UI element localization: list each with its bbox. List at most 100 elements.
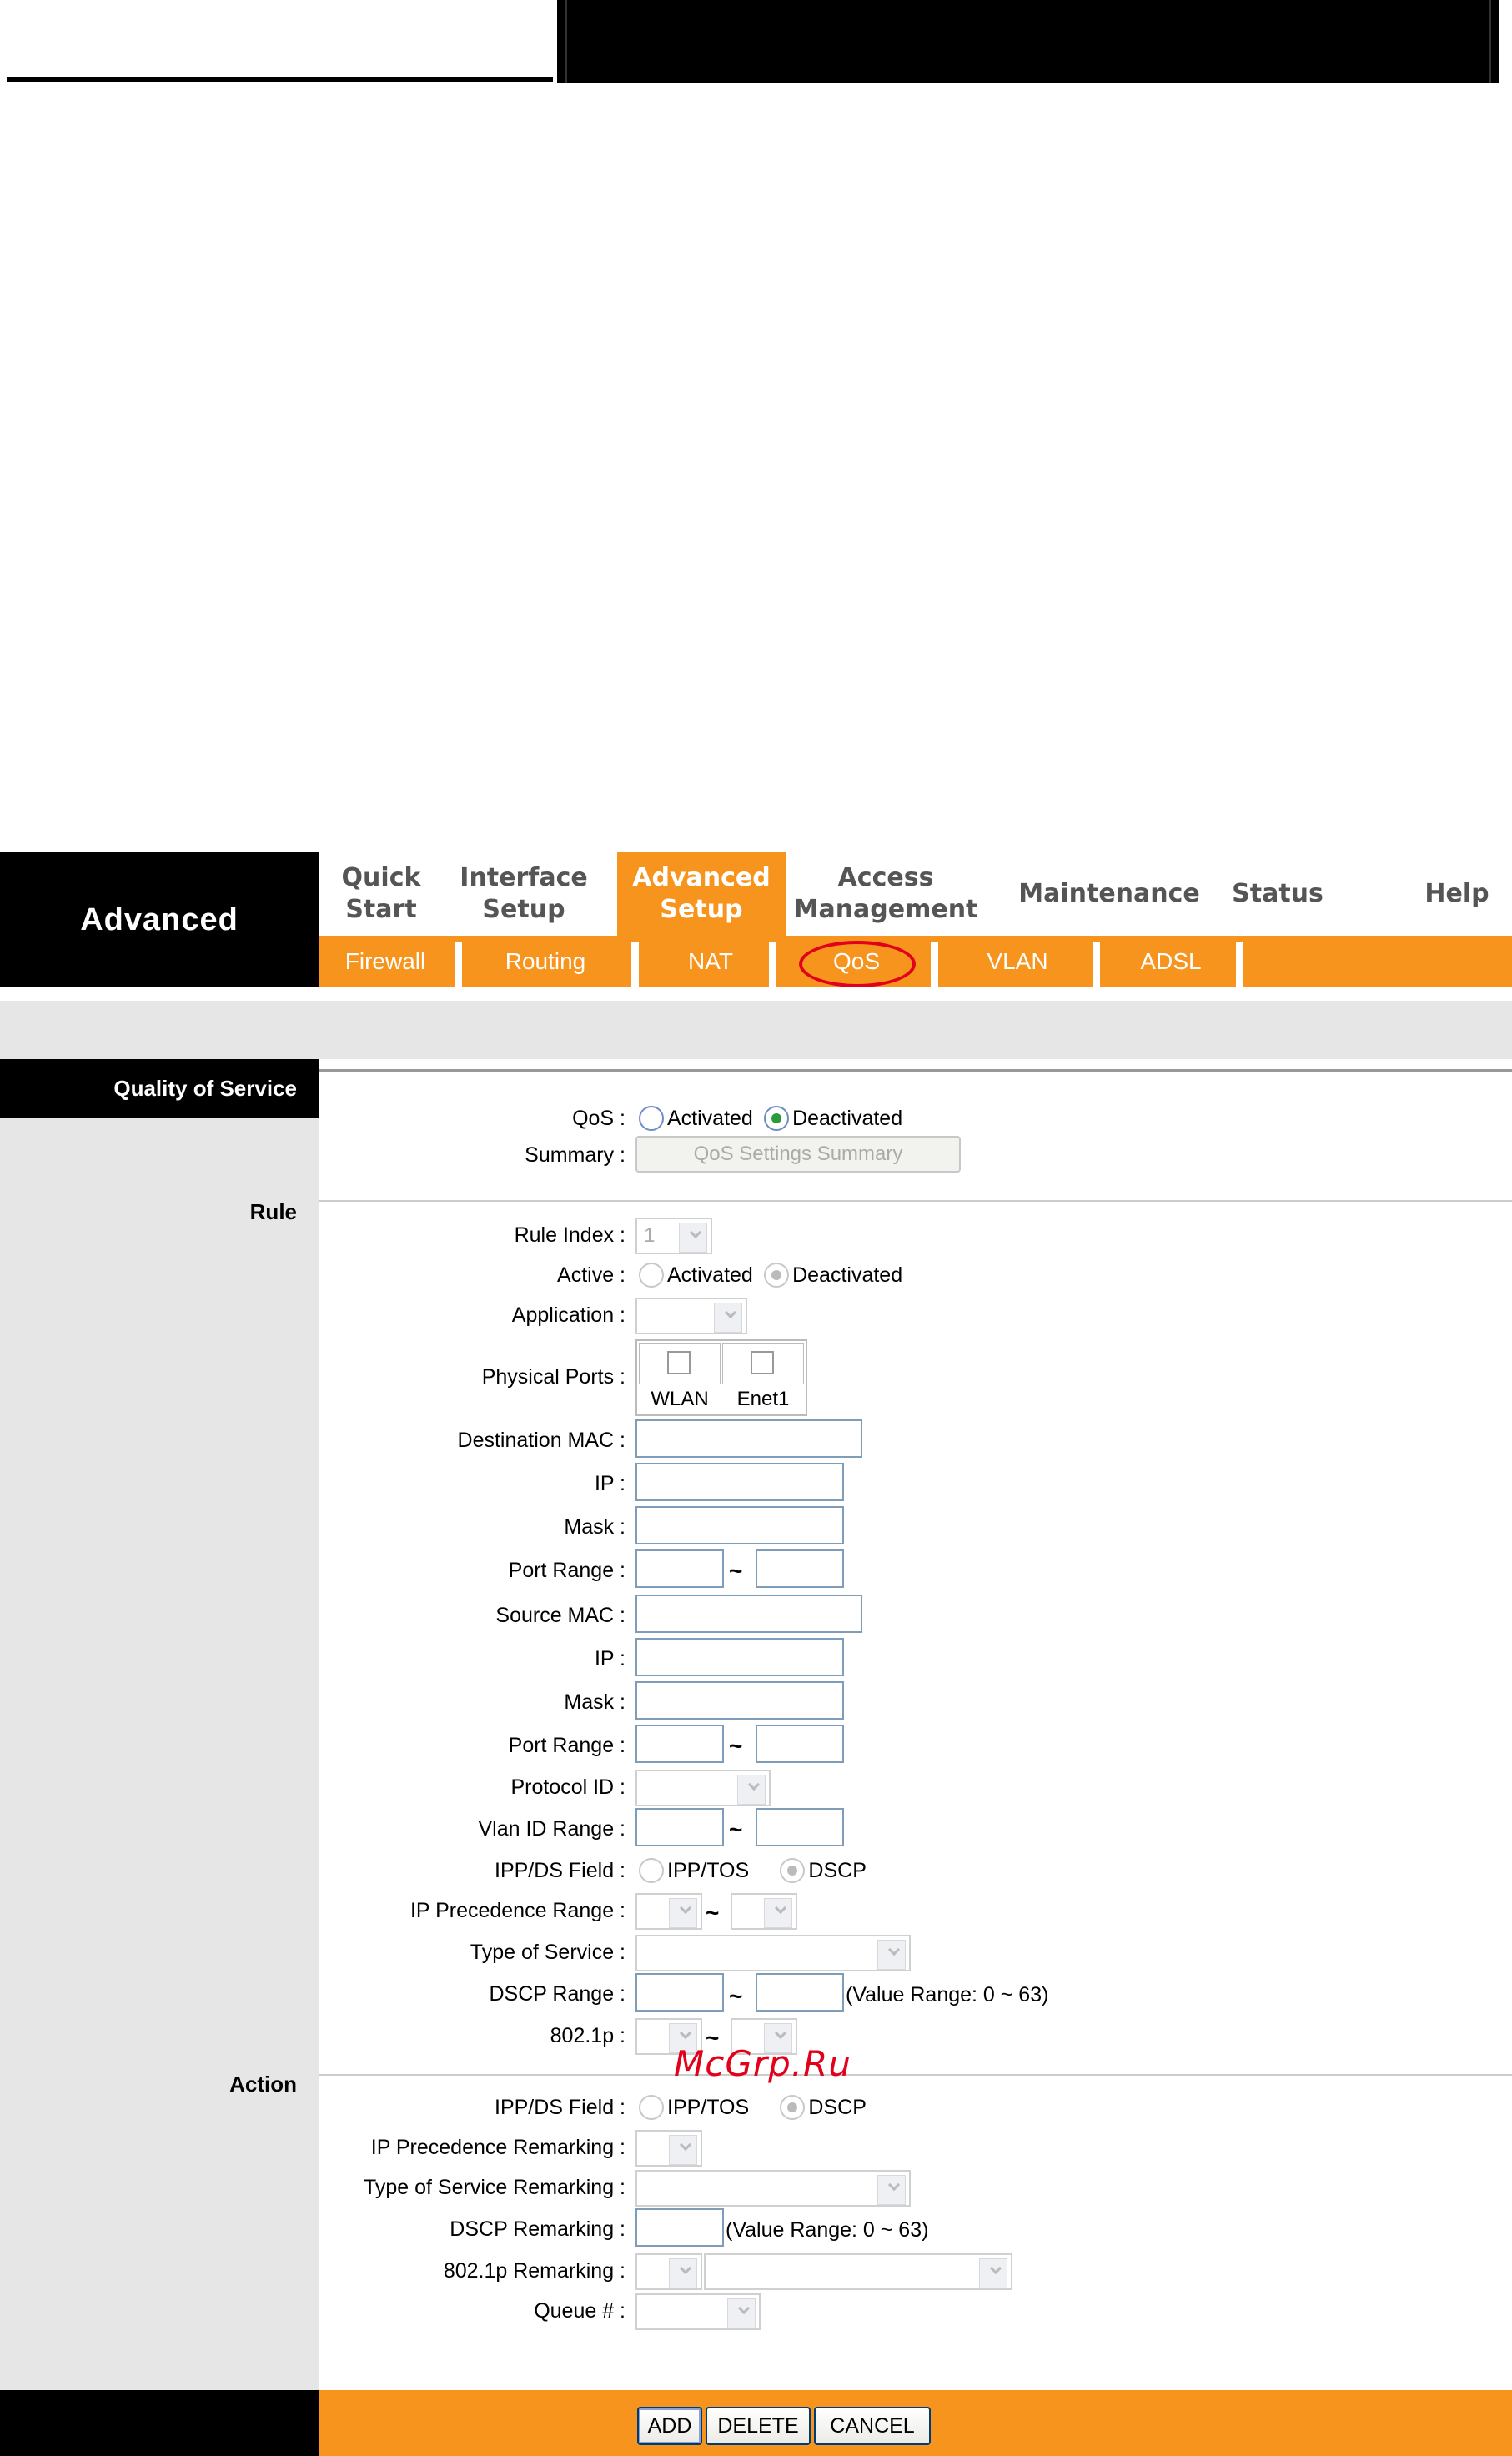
header-black-bar <box>557 0 1499 83</box>
vlan-id-end-input[interactable] <box>756 1808 844 1846</box>
dest-mask-label: Mask : <box>564 1515 625 1539</box>
ip-precedence-remarking-select[interactable] <box>635 2130 702 2167</box>
chevron-down-icon <box>737 2302 751 2315</box>
subnav-separator <box>769 942 776 987</box>
chevron-down-icon <box>724 1306 737 1319</box>
active-activated-radio[interactable] <box>639 1263 664 1288</box>
protocol-id-select[interactable] <box>635 1770 771 1806</box>
nav-maintenance[interactable]: Maintenance <box>1017 852 1201 936</box>
source-mac-input[interactable] <box>635 1595 862 1633</box>
chevron-down-icon <box>774 1901 787 1915</box>
ip-precedence-remarking-label: IP Precedence Remarking : <box>370 2136 625 2159</box>
ip-precedence-start-select[interactable] <box>635 1893 702 1930</box>
application-select[interactable] <box>635 1298 747 1334</box>
chevron-down-icon <box>989 2262 1002 2275</box>
type-of-service-select[interactable] <box>635 1935 911 1971</box>
active-radio-group: Activated Deactivated <box>639 1261 907 1288</box>
document-header <box>0 0 1512 87</box>
qos-settings-summary-button[interactable]: QoS Settings Summary <box>635 1136 961 1173</box>
nav-access-management[interactable]: Access Management <box>794 852 978 936</box>
enet1-checkbox[interactable] <box>751 1351 774 1374</box>
nav-advanced-setup[interactable]: Advanced Setup <box>617 852 786 936</box>
dscp-radio[interactable] <box>780 1858 806 1884</box>
brand-title: Advanced <box>0 852 319 987</box>
subnav-separator <box>631 942 639 987</box>
source-ip-input[interactable] <box>635 1638 844 1676</box>
qos-activated-radio[interactable] <box>639 1106 664 1132</box>
nav-status[interactable]: Status <box>1228 852 1328 936</box>
source-port-end-input[interactable] <box>756 1725 844 1763</box>
protocol-id-label: Protocol ID : <box>510 1775 625 1799</box>
watermark-text: McGrp.Ru <box>674 2043 851 2084</box>
rule-index-value: 1 <box>644 1224 656 1247</box>
subnav-routing[interactable]: Routing <box>462 936 629 987</box>
subnav-nat[interactable]: NAT <box>639 936 782 987</box>
subnav-vlan[interactable]: VLAN <box>938 936 1097 987</box>
dot1p-remarking-select[interactable] <box>635 2253 702 2290</box>
cancel-button[interactable]: CANCEL <box>814 2407 931 2445</box>
destination-mac-input[interactable] <box>635 1419 862 1458</box>
dscp-range-end-input[interactable] <box>756 1973 844 2012</box>
source-mask-label: Mask : <box>564 1690 625 1714</box>
queue-select[interactable] <box>635 2293 761 2330</box>
action-dscp-radio[interactable] <box>780 2095 806 2121</box>
subnav-separator <box>931 942 938 987</box>
subnav-adsl[interactable]: ADSL <box>1100 936 1242 987</box>
dscp-label: DSCP <box>808 1858 867 1882</box>
tos-remarking-label: Type of Service Remarking : <box>363 2176 625 2199</box>
enet1-label: Enet1 <box>736 1388 790 1410</box>
delete-button[interactable]: DELETE <box>706 2407 811 2445</box>
nav-help[interactable]: Help <box>1411 852 1503 936</box>
dscp-range-start-input[interactable] <box>635 1973 724 2012</box>
action-ipptos-radio[interactable] <box>639 2095 664 2121</box>
source-mask-input[interactable] <box>635 1681 844 1720</box>
ip-precedence-end-select[interactable] <box>731 1893 797 1930</box>
ip-precedence-range-label: IP Precedence Range : <box>409 1899 625 1922</box>
rule-divider <box>319 1200 1512 1202</box>
action-divider <box>319 2074 1512 2076</box>
destination-mac-label: Destination MAC : <box>457 1429 625 1452</box>
chevron-down-icon <box>689 1226 702 1239</box>
group-label-action: Action <box>229 2072 297 2097</box>
queue-label: Queue # : <box>534 2299 625 2323</box>
vlan-id-start-input[interactable] <box>635 1808 724 1846</box>
physical-ports-table: WLAN Enet1 <box>635 1339 807 1416</box>
dest-ip-input[interactable] <box>635 1463 844 1501</box>
subnav-firewall[interactable]: Firewall <box>319 936 452 987</box>
dscp-remarking-label: DSCP Remarking : <box>450 2217 625 2241</box>
chevron-down-icon <box>747 1778 761 1791</box>
ipptos-label: IPP/TOS <box>667 1858 750 1882</box>
dscp-range-note: (Value Range: 0 ~ 63) <box>846 1983 1049 2006</box>
rule-index-select[interactable]: 1 <box>635 1218 712 1254</box>
dest-port-end-input[interactable] <box>756 1549 844 1588</box>
wlan-checkbox[interactable] <box>667 1351 691 1374</box>
dot1p-remarking-detail-select[interactable] <box>704 2253 1012 2290</box>
dest-mask-input[interactable] <box>635 1506 844 1544</box>
active-deactivated-radio[interactable] <box>764 1263 790 1288</box>
range-tilde: ~ <box>729 1983 743 2009</box>
dot1p-remarking-label: 802.1p Remarking : <box>443 2259 625 2283</box>
tos-remarking-select[interactable] <box>635 2170 911 2207</box>
header-rule <box>7 77 553 82</box>
ipptos-radio[interactable] <box>639 1858 664 1884</box>
ippds-radio-group: IPP/TOS DSCP <box>639 1856 872 1884</box>
qos-label: QoS : <box>572 1107 625 1130</box>
qos-deactivated-radio[interactable] <box>764 1106 790 1132</box>
nav-quick-start[interactable]: Quick Start <box>319 852 444 936</box>
dscp-range-label: DSCP Range : <box>489 1982 625 2006</box>
action-ippds-radio-group: IPP/TOS DSCP <box>639 2093 872 2121</box>
sub-nav: Firewall Routing NAT QoS VLAN ADSL <box>319 936 1512 987</box>
qos-radio-group: Activated Deactivated <box>639 1104 907 1132</box>
dot1p-label: 802.1p : <box>550 2024 625 2047</box>
range-tilde: ~ <box>729 1816 743 1842</box>
chevron-down-icon <box>679 2027 692 2040</box>
subnav-separator <box>1093 942 1100 987</box>
active-deactivated-label: Deactivated <box>792 1263 903 1287</box>
add-button[interactable]: ADD <box>637 2407 702 2445</box>
qos-highlight-ring <box>799 941 916 987</box>
source-port-start-input[interactable] <box>635 1725 724 1763</box>
subnav-separator <box>455 942 462 987</box>
nav-interface-setup[interactable]: Interface Setup <box>444 852 604 936</box>
dest-port-start-input[interactable] <box>635 1549 724 1588</box>
dscp-remarking-input[interactable] <box>635 2208 724 2247</box>
